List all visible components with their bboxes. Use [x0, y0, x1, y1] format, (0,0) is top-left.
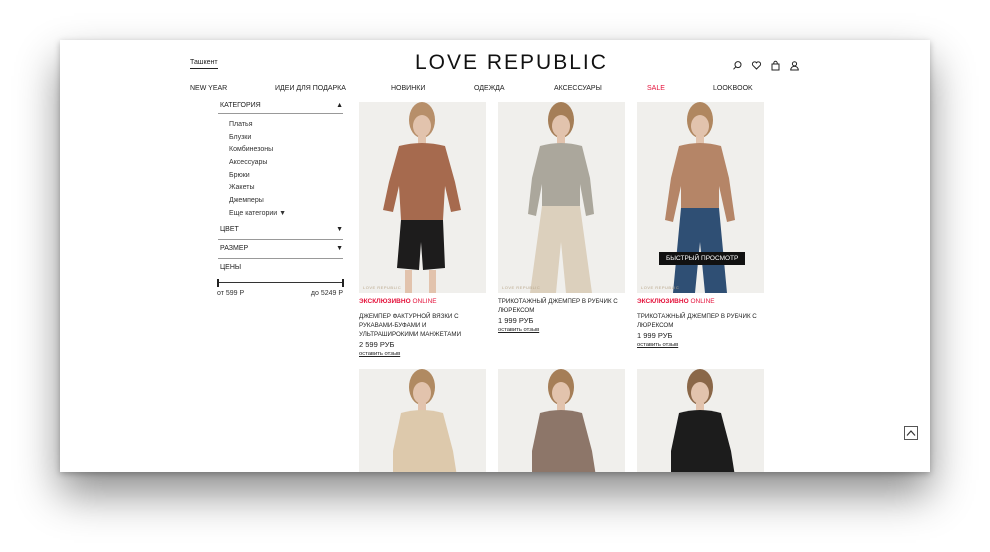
filter-price-label: ЦЕНЫ	[220, 263, 242, 271]
category-item[interactable]: Джемперы	[229, 195, 343, 208]
filter-color-label: ЦВЕТ	[220, 226, 239, 233]
filter-size-label: РАЗМЕР	[220, 245, 249, 252]
badge-online: ONLINE	[412, 298, 437, 305]
nav-sale[interactable]: SALE	[647, 84, 665, 94]
price-from: от 599 Р	[217, 289, 245, 297]
badge-online: ONLINE	[690, 298, 715, 305]
price-range-values: от 599 Р до 5249 Р	[217, 290, 343, 297]
product-card[interactable]	[498, 369, 625, 472]
slider-max-handle[interactable]	[342, 278, 344, 287]
product-card[interactable]: LOVE REPUBLIC ЭКСКЛЮЗИВНО ONLINE ДЖЕМПЕР…	[359, 102, 486, 359]
product-image[interactable]: LOVE REPUBLIC БЫСТРЫЙ ПРОСМОТР	[637, 102, 764, 293]
category-list: Платья Блузки Комбинезоны Аксессуары Брю…	[218, 114, 343, 221]
brand-watermark: LOVE REPUBLIC	[363, 285, 402, 290]
slider-min-handle[interactable]	[217, 278, 219, 287]
product-price: 2 599 РУБ	[359, 340, 395, 349]
category-item[interactable]: Жакеты	[229, 182, 343, 195]
exclusive-badge: ЭКСКЛЮЗИВНО ONLINE	[637, 297, 764, 306]
header-icons	[732, 58, 800, 71]
product-image[interactable]: LOVE REPUBLIC	[359, 102, 486, 293]
category-item[interactable]: Блузки	[229, 132, 343, 145]
user-icon[interactable]	[789, 58, 800, 71]
brand-watermark: LOVE REPUBLIC	[641, 285, 680, 290]
price-range-slider[interactable]	[217, 278, 344, 287]
badge-exclusive: ЭКСКЛЮЗИВНО	[637, 298, 689, 305]
price-to: до 5249 Р	[310, 289, 343, 297]
nav-clothes[interactable]: ОДЕЖДА	[474, 84, 505, 94]
filter-size-header[interactable]: РАЗМЕР ▼	[218, 240, 343, 259]
product-title[interactable]: ТРИКОТАЖНЫЙ ДЖЕМПЕР В РУБЧИК С ЛЮРЕКСОМ	[637, 312, 764, 330]
product-card[interactable]	[637, 369, 764, 472]
badge-exclusive: ЭКСКЛЮЗИВНО	[359, 298, 411, 305]
slider-track	[217, 281, 344, 283]
product-image[interactable]	[637, 369, 764, 472]
exclusive-badge: ЭКСКЛЮЗИВНО ONLINE	[359, 297, 486, 306]
chevron-up-icon	[906, 430, 916, 436]
product-card[interactable]: LOVE REPUBLIC ТРИКОТАЖНЫЙ ДЖЕМПЕР В РУБЧ…	[498, 102, 625, 335]
more-categories-label: Еще категории	[229, 209, 278, 217]
category-item[interactable]: Комбинезоны	[229, 144, 343, 157]
product-image[interactable]: LOVE REPUBLIC	[498, 102, 625, 293]
category-item[interactable]: Аксессуары	[229, 157, 343, 170]
filter-color-header[interactable]: ЦВЕТ ▼	[218, 221, 343, 240]
product-card[interactable]	[359, 369, 486, 472]
chevron-down-icon: ▼	[336, 226, 343, 233]
nav-gift-ideas[interactable]: ИДЕИ ДЛЯ ПОДАРКА	[275, 84, 346, 94]
nav-new-year[interactable]: NEW YEAR	[190, 84, 227, 94]
category-item[interactable]: Платья	[229, 119, 343, 132]
product-title[interactable]: ДЖЕМПЕР ФАКТУРНОЙ ВЯЗКИ С РУКАВАМИ-БУФАМ…	[359, 312, 486, 339]
product-title[interactable]: ТРИКОТАЖНЫЙ ДЖЕМПЕР В РУБЧИК С ЛЮРЕКСОМ	[498, 297, 625, 315]
nav-lookbook[interactable]: LOOKBOOK	[713, 84, 753, 94]
filter-category-header[interactable]: КАТЕГОРИЯ ▲	[218, 98, 343, 114]
product-image[interactable]	[498, 369, 625, 472]
browser-window: Ташкент LOVE REPUBLIC NEW YEAR ИДЕИ ДЛЯ …	[60, 40, 930, 472]
scroll-to-top-button[interactable]	[904, 426, 918, 440]
leave-review-link[interactable]: оставить отзыв	[498, 326, 625, 335]
nav-new-arrivals[interactable]: НОВИНКИ	[391, 84, 425, 94]
heart-icon[interactable]	[751, 58, 762, 70]
product-image[interactable]	[359, 369, 486, 472]
product-card[interactable]: LOVE REPUBLIC БЫСТРЫЙ ПРОСМОТР ЭКСКЛЮЗИВ…	[637, 102, 764, 350]
filter-category-label: КАТЕГОРИЯ	[220, 102, 261, 109]
filters-sidebar: КАТЕГОРИЯ ▲ Платья Блузки Комбинезоны Ак…	[217, 98, 344, 297]
chevron-up-icon: ▲	[336, 102, 343, 109]
product-price: 1 999 РУБ	[637, 331, 673, 340]
nav-accessories[interactable]: АКСЕССУАРЫ	[554, 84, 602, 94]
category-item[interactable]: Брюки	[229, 170, 343, 183]
chevron-down-icon: ▼	[336, 245, 343, 252]
search-icon[interactable]	[732, 58, 743, 70]
city-selector[interactable]: Ташкент	[190, 58, 218, 69]
more-categories[interactable]: Еще категории ▼	[229, 208, 343, 221]
leave-review-link[interactable]: оставить отзыв	[637, 341, 764, 350]
brand-logo[interactable]: LOVE REPUBLIC	[415, 51, 608, 75]
bag-icon[interactable]	[770, 58, 781, 71]
caret-down-icon: ▼	[279, 209, 287, 217]
brand-watermark: LOVE REPUBLIC	[502, 285, 541, 290]
product-price: 1 999 РУБ	[498, 316, 534, 325]
quick-view-button[interactable]: БЫСТРЫЙ ПРОСМОТР	[659, 252, 746, 265]
leave-review-link[interactable]: оставить отзыв	[359, 350, 486, 359]
